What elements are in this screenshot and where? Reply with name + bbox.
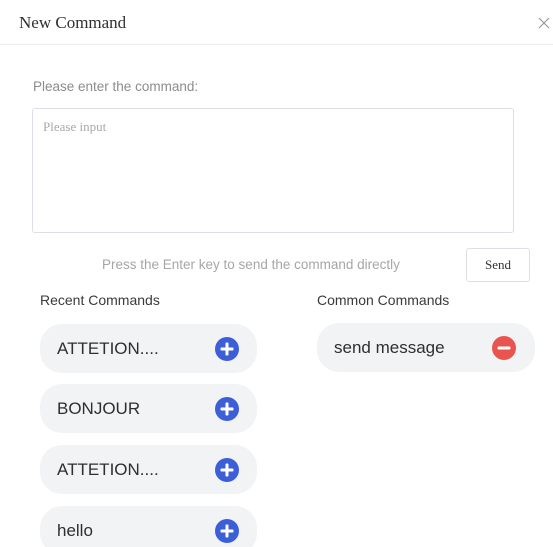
recent-command-label: ATTETION....	[57, 339, 159, 358]
common-command-label: send message	[334, 338, 445, 357]
recent-command-item[interactable]: ATTETION....	[40, 324, 257, 373]
recent-command-label: hello	[57, 521, 93, 540]
recent-command-item[interactable]: BONJOUR	[40, 384, 257, 433]
recent-commands-title: Recent Commands	[40, 292, 160, 308]
add-circle-icon[interactable]	[214, 457, 240, 483]
add-circle-icon[interactable]	[214, 336, 240, 362]
common-commands-title: Common Commands	[317, 292, 450, 308]
recent-command-item[interactable]: hello	[40, 506, 257, 547]
dialog-header: New Command	[0, 0, 553, 45]
add-circle-icon[interactable]	[214, 518, 240, 544]
recent-command-label: ATTETION....	[57, 460, 159, 479]
close-icon[interactable]	[538, 17, 550, 29]
command-input[interactable]	[32, 108, 514, 233]
enter-key-hint: Press the Enter key to send the command …	[102, 257, 400, 272]
add-circle-icon[interactable]	[214, 396, 240, 422]
common-command-item[interactable]: send message	[317, 323, 535, 372]
dialog-title: New Command	[19, 13, 127, 32]
recent-command-label: BONJOUR	[57, 399, 141, 418]
command-input-label: Please enter the command:	[33, 79, 199, 94]
new-command-dialog: New Command Please enter the command: Pr…	[0, 0, 553, 547]
send-button[interactable]: Send	[466, 248, 530, 282]
recent-command-item[interactable]: ATTETION....	[40, 445, 257, 494]
remove-circle-icon[interactable]	[491, 335, 517, 361]
